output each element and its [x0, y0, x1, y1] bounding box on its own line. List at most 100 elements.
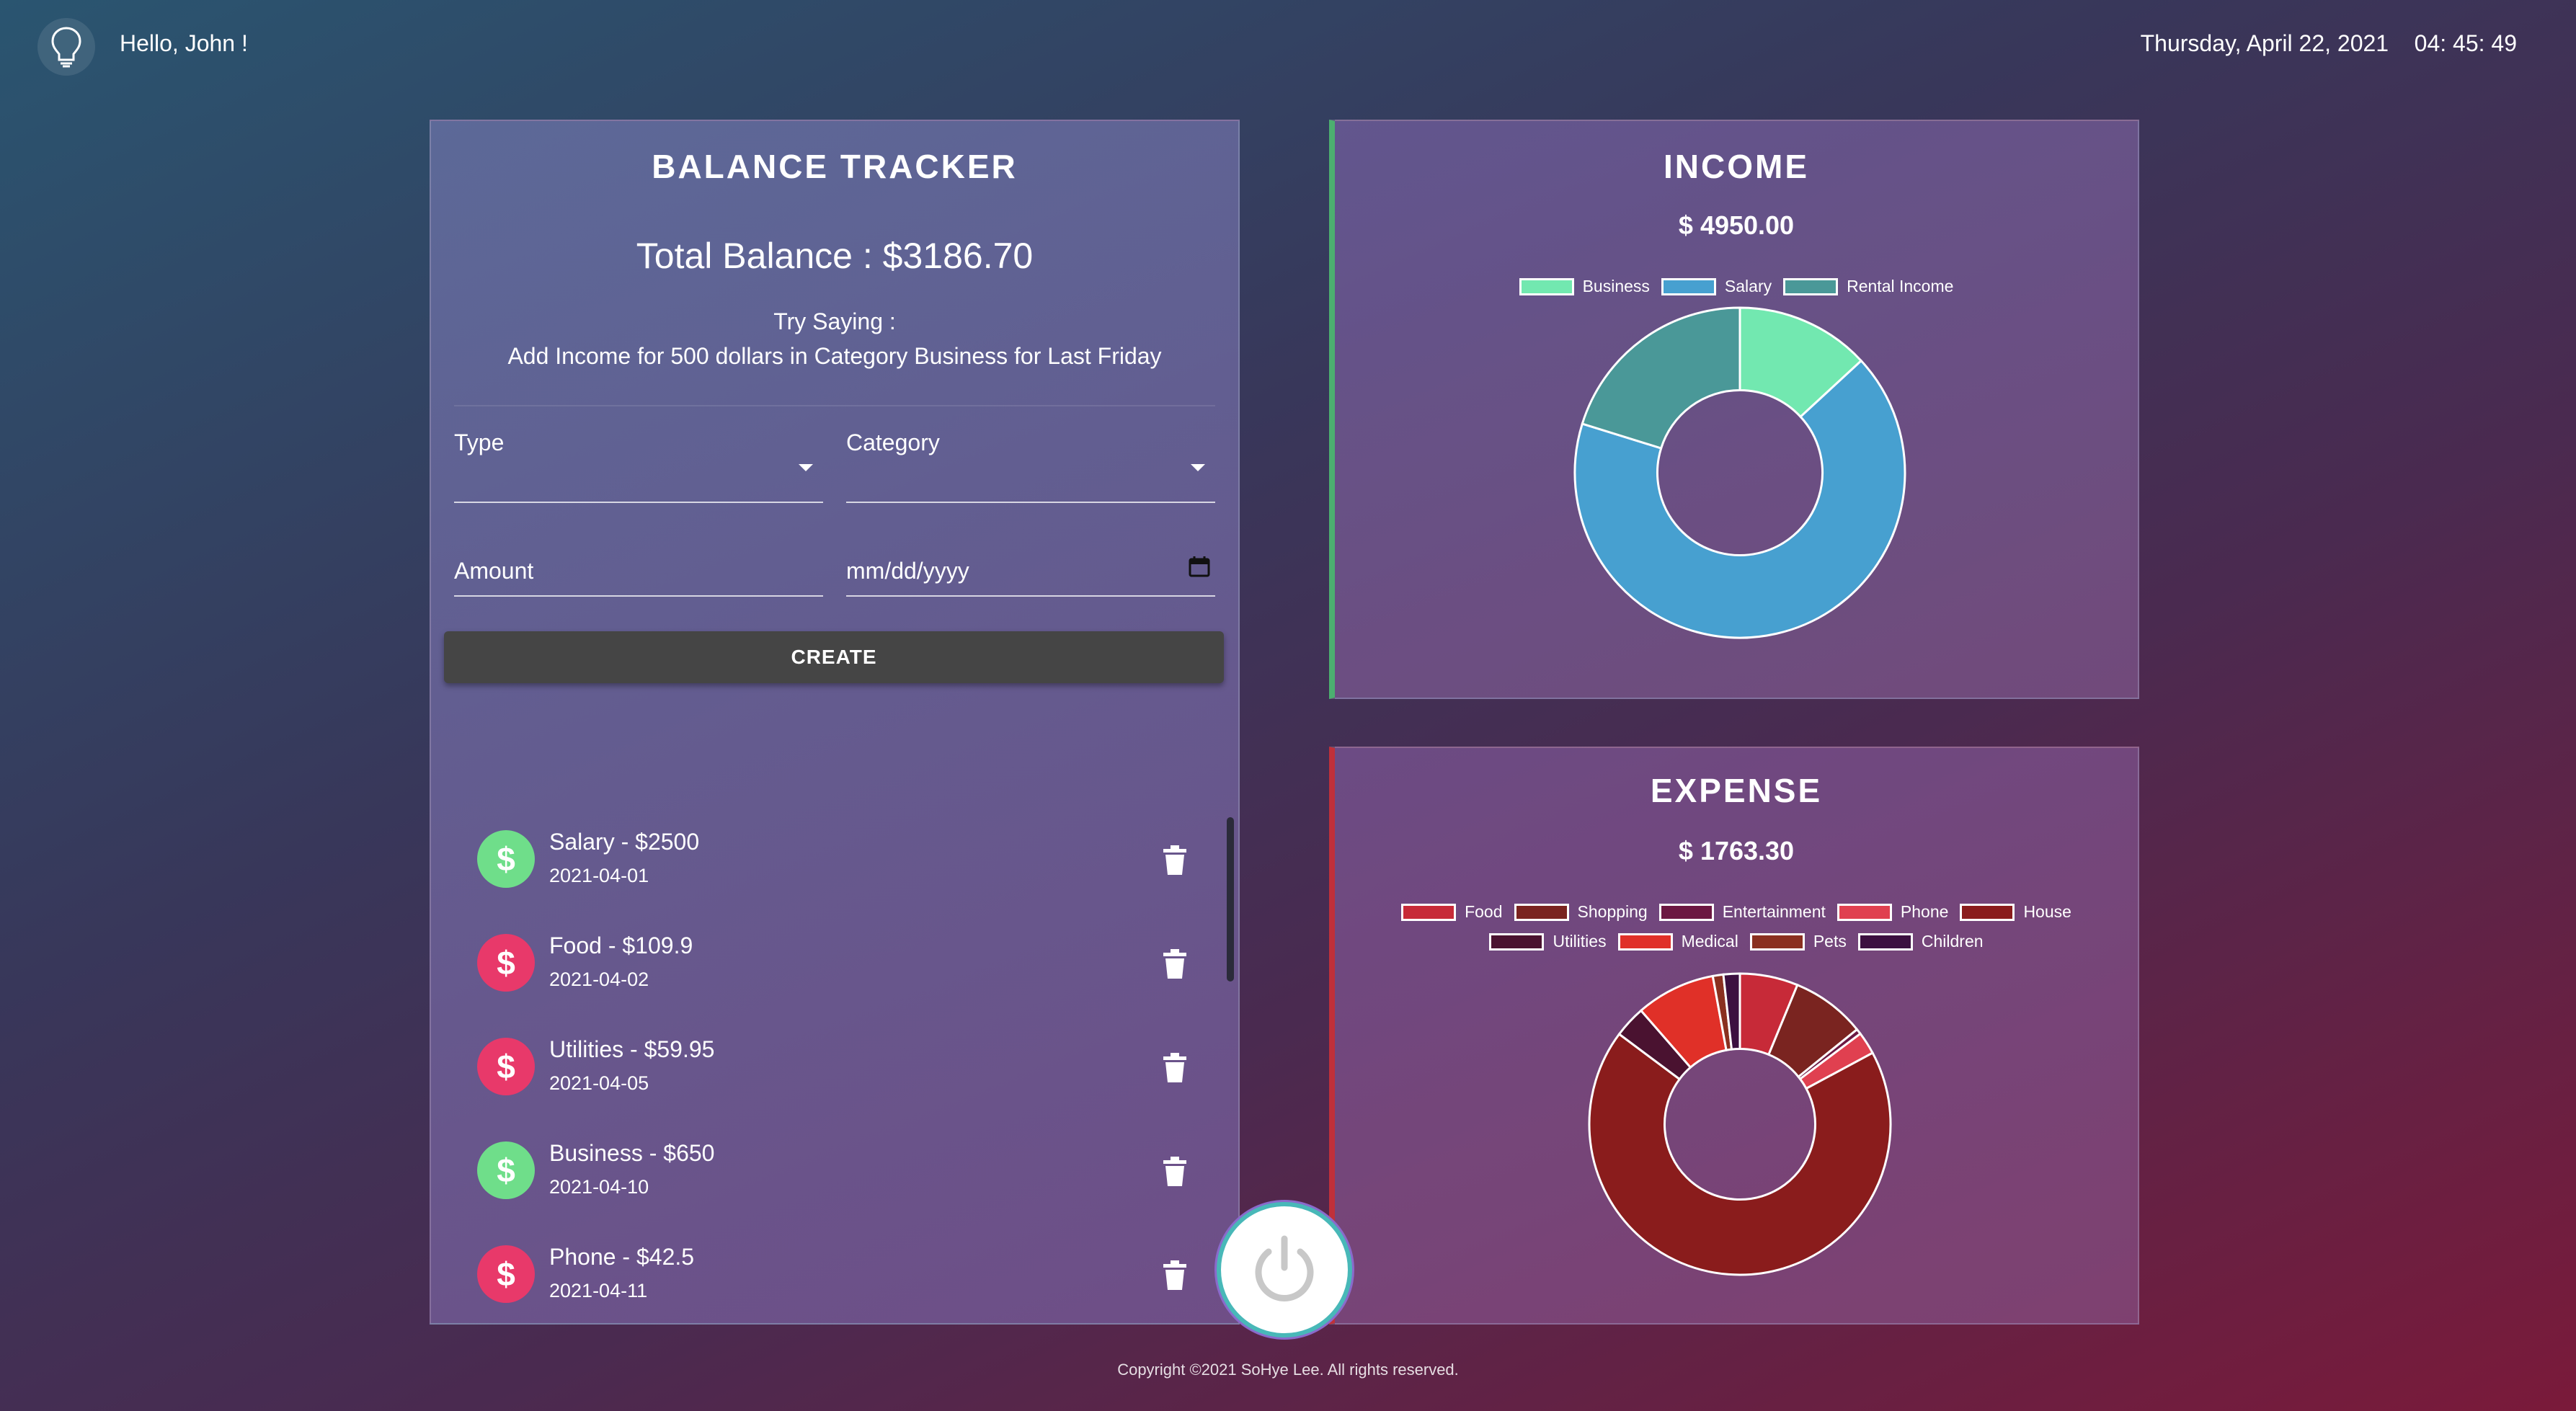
transaction-date: 2021-04-11	[549, 1280, 648, 1301]
income-doughnut-chart	[1573, 306, 1906, 639]
legend-swatch	[1857, 932, 1913, 951]
scrollbar[interactable]	[1227, 817, 1234, 982]
legend-label: Medical	[1681, 932, 1738, 951]
current-time: 04: 45: 49	[2414, 30, 2517, 56]
legend-swatch	[1749, 932, 1805, 951]
legend-swatch	[1783, 277, 1839, 295]
legend-label: Entertainment	[1722, 902, 1826, 921]
legend-label: House	[2023, 902, 2071, 921]
list-item[interactable]: $ Phone - $42.5 2021-04-11	[477, 1232, 1198, 1319]
total-balance: Total Balance : $3186.70	[636, 236, 1034, 276]
legend-swatch	[1519, 277, 1574, 295]
transaction-title: Phone - $42.5	[549, 1244, 695, 1270]
greeting-text: Hello, John !	[120, 30, 248, 56]
amount-underline	[454, 595, 823, 597]
transaction-date: 2021-04-05	[549, 1072, 649, 1094]
delete-icon[interactable]	[1160, 1260, 1189, 1291]
transaction-date: 2021-04-01	[549, 865, 649, 886]
balance-tracker-panel: BALANCE TRACKER Total Balance : $3186.70…	[430, 120, 1240, 1325]
legend-item[interactable]: House	[1960, 902, 2071, 922]
legend-swatch	[1401, 903, 1457, 921]
legend-swatch	[1960, 903, 2015, 921]
divider	[454, 405, 1215, 406]
delete-icon[interactable]	[1160, 1156, 1189, 1188]
transaction-title: Salary - $2500	[549, 829, 700, 855]
legend-label: Phone	[1900, 902, 1949, 921]
lightbulb-icon	[37, 18, 95, 76]
dollar-icon: $	[477, 1141, 535, 1199]
transaction-date: 2021-04-10	[549, 1176, 649, 1198]
current-date: Thursday, April 22, 2021	[2140, 30, 2389, 56]
income-panel: INCOME $ 4950.00 Business Salary Rental In…	[1329, 120, 2139, 699]
power-icon	[1255, 1235, 1314, 1301]
legend-item[interactable]: Business	[1519, 277, 1650, 296]
legend-swatch	[1661, 277, 1716, 295]
legend-item[interactable]: Rental Income	[1783, 277, 1953, 296]
transaction-title: Food - $109.9	[549, 932, 693, 958]
legend-swatch	[1836, 903, 1892, 921]
legend-label: Salary	[1724, 277, 1772, 295]
slice-house[interactable]	[1588, 1032, 1892, 1276]
slice-rental-income[interactable]	[1581, 306, 1741, 450]
dollar-icon: $	[477, 1245, 535, 1303]
copyright-text: Copyright ©2021 SoHye Lee. All rights re…	[1117, 1361, 1459, 1379]
list-item[interactable]: $ Business - $650 2021-04-10	[477, 1129, 1198, 1215]
delete-icon[interactable]	[1160, 845, 1189, 876]
calendar-icon[interactable]	[1188, 555, 1211, 582]
type-underline	[454, 502, 823, 503]
legend-item[interactable]: Children	[1857, 932, 1984, 951]
transaction-list[interactable]: $ Salary - $2500 2021-04-01 $ Food - $109.9 2…	[431, 719, 1241, 1303]
legend-item[interactable]: Utilities	[1489, 932, 1607, 951]
expense-legend: Food Shopping Entertainment Phone House Utili…	[1364, 902, 2109, 951]
delete-icon[interactable]	[1160, 1052, 1189, 1084]
chevron-down-icon	[1191, 464, 1205, 471]
list-item[interactable]: $ Utilities - $59.95 2021-04-05	[477, 1025, 1198, 1111]
legend-label: Pets	[1813, 932, 1847, 951]
create-button[interactable]: CREATE	[444, 631, 1224, 683]
list-item[interactable]: $ Salary - $2500 2021-04-01	[477, 817, 1198, 904]
legend-item[interactable]: Food	[1401, 902, 1503, 922]
category-label: Category	[846, 429, 940, 455]
expense-title: EXPENSE	[1650, 772, 1823, 809]
legend-swatch	[1617, 932, 1673, 951]
legend-item[interactable]: Medical	[1617, 932, 1738, 951]
chevron-down-icon	[799, 464, 813, 471]
legend-item[interactable]: Shopping	[1514, 902, 1648, 922]
panel-title: BALANCE TRACKER	[652, 148, 1018, 185]
list-item[interactable]: $ Food - $109.9 2021-04-02	[477, 921, 1198, 1007]
date-underline	[846, 595, 1215, 597]
date-time: Thursday, April 22, 2021 04: 45: 49	[2141, 30, 2517, 57]
legend-item[interactable]: Pets	[1749, 932, 1847, 951]
legend-label: Food	[1465, 902, 1503, 921]
legend-swatch	[1514, 903, 1569, 921]
income-legend: Business Salary Rental Income	[1335, 277, 2138, 296]
income-title: INCOME	[1664, 148, 1809, 185]
dollar-icon: $	[477, 1038, 535, 1095]
legend-label: Children	[1921, 932, 1984, 951]
delete-icon[interactable]	[1160, 948, 1189, 980]
income-total: $ 4950.00	[1678, 210, 1795, 240]
try-saying-label: Try Saying :	[773, 308, 896, 334]
power-button[interactable]	[1217, 1202, 1352, 1337]
expense-panel: EXPENSE $ 1763.30 Food Shopping Entertainm…	[1329, 747, 2139, 1325]
legend-item[interactable]: Salary	[1661, 277, 1772, 296]
transaction-title: Business - $650	[549, 1140, 715, 1166]
amount-label: Amount	[454, 558, 534, 584]
expense-doughnut-chart	[1588, 972, 1892, 1276]
type-label: Type	[454, 429, 505, 455]
legend-item[interactable]: Entertainment	[1658, 902, 1826, 922]
legend-label: Utilities	[1553, 932, 1607, 951]
legend-swatch	[1658, 903, 1714, 921]
transaction-date: 2021-04-02	[549, 969, 649, 990]
legend-label: Rental Income	[1847, 277, 1954, 295]
legend-item[interactable]: Phone	[1836, 902, 1949, 922]
dollar-icon: $	[477, 830, 535, 888]
expense-total: $ 1763.30	[1678, 836, 1795, 865]
category-underline	[846, 502, 1215, 503]
try-saying-example: Add Income for 500 dollars in Category B…	[507, 343, 1162, 369]
legend-label: Business	[1582, 277, 1650, 295]
transaction-title: Utilities - $59.95	[549, 1036, 715, 1062]
dollar-icon: $	[477, 934, 535, 992]
date-placeholder: mm/dd/yyyy	[846, 558, 969, 584]
legend-label: Shopping	[1577, 902, 1648, 921]
